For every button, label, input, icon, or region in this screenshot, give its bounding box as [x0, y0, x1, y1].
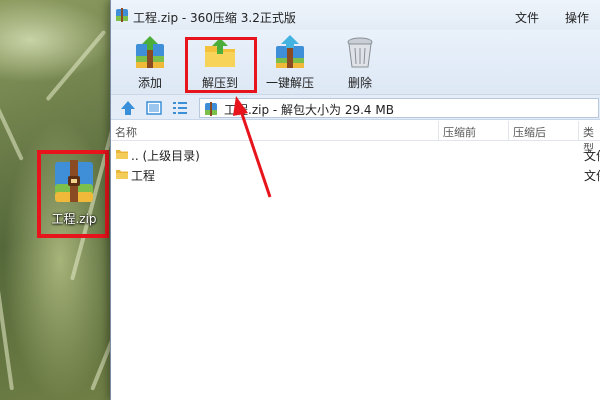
column-type[interactable]: 类型 — [583, 124, 600, 155]
file-list-header: 名称 压缩前 压缩后 类型 — [111, 121, 600, 155]
file-type: 文件夹 — [584, 149, 600, 163]
highlight-frame-extract — [185, 37, 257, 93]
archive-app-icon — [116, 8, 128, 22]
list-item[interactable]: .. (上级目录) 文件夹 — [111, 144, 600, 164]
zip-file-small-icon — [205, 102, 217, 116]
up-arrow-icon[interactable] — [119, 99, 137, 117]
add-label: 添加 — [137, 76, 162, 90]
menu-file[interactable]: 文件 — [515, 9, 539, 26]
column-after[interactable]: 压缩后 — [513, 124, 546, 140]
menu-operate[interactable]: 操作 — [565, 9, 589, 26]
path-text: 工程.zip - 解包大小为 29.4 MB — [224, 103, 394, 117]
view-thumbnail-icon[interactable] — [145, 99, 163, 117]
add-books-icon — [136, 36, 164, 68]
view-list-icon[interactable] — [171, 99, 189, 117]
column-name[interactable]: 名称 — [115, 124, 137, 140]
one-click-extract-label: 一键解压 — [265, 76, 314, 90]
file-name: 工程 — [131, 169, 156, 183]
archive-window: 工程.zip - 360压缩 3.2正式版 文件 操作 添加 解压到 一键解压 … — [110, 0, 600, 400]
column-before[interactable]: 压缩前 — [443, 124, 476, 140]
add-button[interactable]: 添加 — [119, 34, 181, 92]
folder-icon — [116, 150, 128, 159]
desktop-zip-file[interactable]: 工程.zip — [44, 156, 104, 234]
delete-button[interactable]: 删除 — [329, 34, 391, 92]
trash-icon — [347, 37, 373, 68]
one-click-extract-icon — [276, 35, 304, 68]
title-bar: 工程.zip - 360压缩 3.2正式版 文件 操作 — [111, 0, 600, 30]
file-type: 文件夹 — [584, 169, 600, 183]
delete-label: 删除 — [347, 76, 372, 90]
folder-icon — [116, 170, 128, 179]
file-name: .. (上级目录) — [131, 149, 200, 163]
path-field[interactable]: 工程.zip - 解包大小为 29.4 MB — [199, 98, 599, 118]
window-title: 工程.zip - 360压缩 3.2正式版 — [133, 11, 296, 25]
address-bar: 工程.zip - 解包大小为 29.4 MB — [111, 94, 600, 120]
zip-file-icon — [55, 160, 93, 202]
one-click-extract-button[interactable]: 一键解压 — [259, 34, 321, 92]
list-item[interactable]: 工程 文件夹 — [111, 164, 600, 184]
desktop-icon-label: 工程.zip — [51, 212, 97, 226]
